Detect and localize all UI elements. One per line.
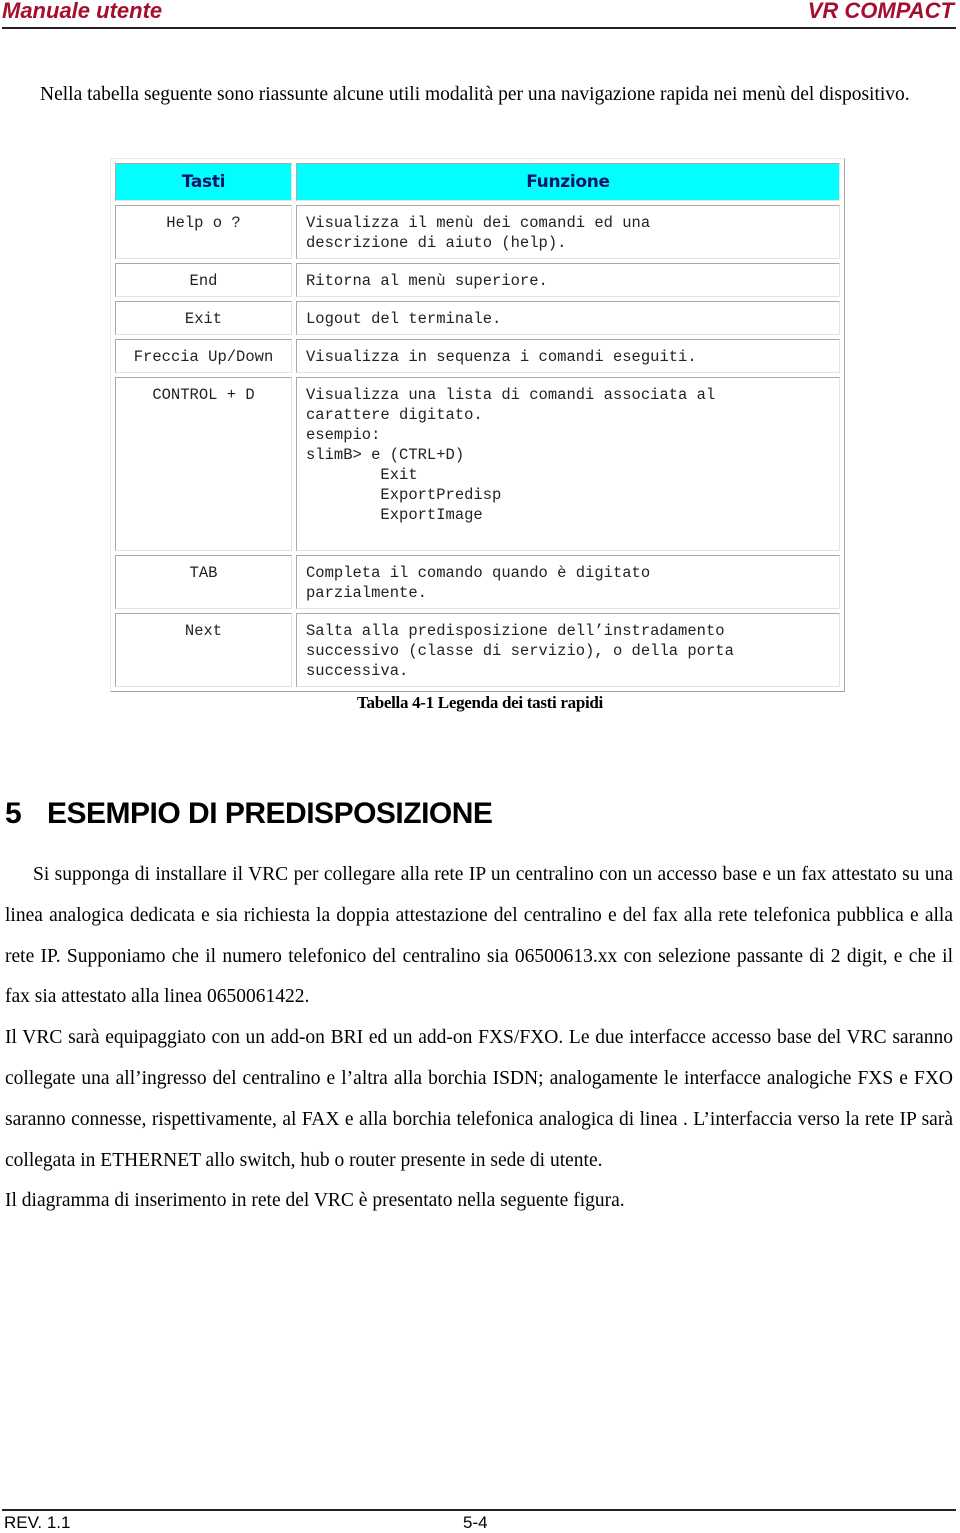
body-paragraph: Il diagramma di inserimento in rete del … (5, 1190, 625, 1212)
function-cell: Visualizza una lista di comandi associat… (296, 377, 840, 551)
function-cell: Completa il comando quando è digitato pa… (296, 555, 840, 609)
table-row: Next Salta alla predisposizione dell’ins… (115, 613, 840, 687)
table-caption: Tabella 4-1 Legenda dei tasti rapidi (357, 693, 603, 712)
function-text: Logout del terminale. (306, 310, 502, 328)
function-text: Visualizza in sequenza i comandi eseguit… (306, 348, 697, 366)
body-paragraph: Il VRC sarà equipaggiato con un add-on B… (5, 1027, 953, 1171)
intro-paragraph: Nella tabella seguente sono riassunte al… (6, 74, 954, 115)
table-row: End Ritorna al menù superiore. (115, 263, 840, 297)
table-row: Exit Logout del terminale. (115, 301, 840, 335)
body-paragraph: Si supponga di installare il VRC per col… (5, 864, 953, 1008)
page-number: 5-4 (463, 1513, 488, 1532)
function-text: Visualizza il menù dei comandi ed una de… (306, 214, 651, 252)
function-cell: Visualizza in sequenza i comandi eseguit… (296, 339, 840, 373)
table-header-row: Tasti Funzione (115, 163, 840, 201)
table-row: Freccia Up/Down Visualizza in sequenza i… (115, 339, 840, 373)
function-text: Completa il comando quando è digitato pa… (306, 564, 651, 602)
key-cell: TAB (115, 555, 292, 609)
function-cell: Salta alla predisposizione dell’instrada… (296, 613, 840, 687)
key-cell: Help o ? (115, 205, 292, 259)
footer-divider (2, 1509, 956, 1511)
manual-title: Manuale utente (2, 0, 163, 23)
key-cell: End (115, 263, 292, 297)
column-header-keys: Tasti (115, 163, 292, 201)
table-row: TAB Completa il comando quando è digitat… (115, 555, 840, 609)
section-body: Si supponga di installare il VRC per col… (5, 855, 953, 1222)
key-cell: Exit (115, 301, 292, 335)
function-text: Salta alla predisposizione dell’instrada… (306, 622, 734, 680)
function-cell: Logout del terminale. (296, 301, 840, 335)
function-cell: Ritorna al menù superiore. (296, 263, 840, 297)
product-name: VR COMPACT (807, 0, 954, 23)
intro-text: Nella tabella seguente sono riassunte al… (40, 84, 910, 105)
column-header-function: Funzione (296, 163, 840, 201)
section-title-text: ESEMPIO DI PREDISPOSIZIONE (47, 797, 493, 830)
revision-label: REV. 1.1 (4, 1513, 71, 1532)
table-row: CONTROL + D Visualizza una lista di coma… (115, 377, 840, 551)
shortcut-keys-table: Tasti Funzione Help o ? Visualizza il me… (110, 158, 845, 692)
header-divider (2, 27, 956, 29)
section-heading: 5 ESEMPIO DI PREDISPOSIZIONE (5, 797, 493, 831)
table-row: Help o ? Visualizza il menù dei comandi … (115, 205, 840, 259)
function-text: Visualizza una lista di comandi associat… (306, 386, 716, 524)
key-cell: CONTROL + D (115, 377, 292, 551)
key-cell: Freccia Up/Down (115, 339, 292, 373)
function-text: Ritorna al menù superiore. (306, 272, 548, 290)
key-cell: Next (115, 613, 292, 687)
section-number: 5 (5, 797, 22, 830)
function-cell: Visualizza il menù dei comandi ed una de… (296, 205, 840, 259)
